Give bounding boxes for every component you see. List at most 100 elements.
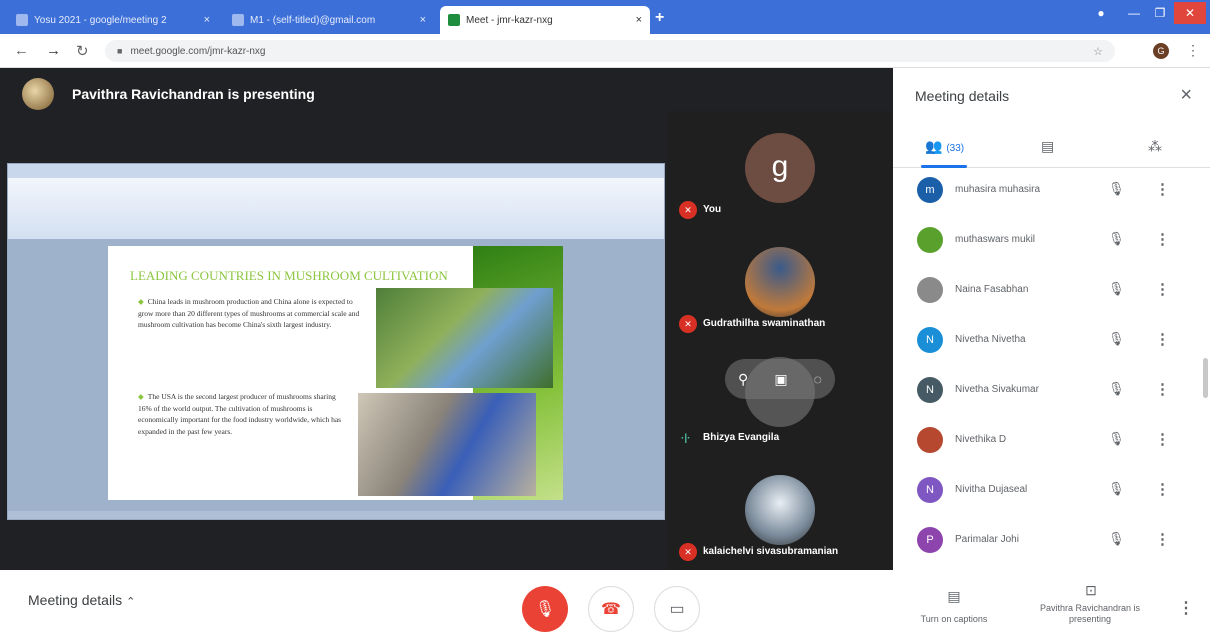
- more-options-icon[interactable]: ⋮: [1155, 530, 1170, 548]
- presenting-label[interactable]: Pavithra Ravichandran is presenting: [1028, 603, 1152, 625]
- slide-bullet-text: China leads in mushroom production and C…: [138, 297, 360, 329]
- reload-icon[interactable]: ↻: [76, 42, 89, 60]
- people-count: (33): [946, 143, 965, 154]
- more-options-icon[interactable]: ⋮: [1178, 598, 1194, 618]
- avatar: m: [917, 177, 943, 203]
- mic-off-icon[interactable]: 🎙: [1108, 531, 1125, 547]
- speaking-indicator-icon: ·|·: [681, 433, 691, 444]
- ppt-canvas: LEADING COUNTRIES IN MUSHROOM CULTIVATIO…: [8, 240, 664, 512]
- avatar: [917, 277, 943, 303]
- shared-screen: LEADING COUNTRIES IN MUSHROOM CULTIVATIO…: [7, 163, 665, 520]
- bullet-icon: ◆: [138, 392, 144, 401]
- participant-name: muhasira muhasira: [955, 184, 1041, 195]
- more-options-icon[interactable]: ⋮: [1155, 180, 1170, 198]
- list-item[interactable]: Naina Fasabhan 🎙 ⋮: [893, 268, 1210, 318]
- list-item[interactable]: P Parimalar Johi 🎙 ⋮: [893, 518, 1210, 568]
- slide-bullet: ◆ The USA is the second largest producer …: [138, 391, 350, 437]
- list-item[interactable]: N Nivetha Sivakumar 🎙 ⋮: [893, 368, 1210, 418]
- browser-tab-bar: Yosu 2021 - google/meeting 2 × M1 - (sel…: [0, 0, 1210, 34]
- mic-off-icon[interactable]: 🎙: [1108, 431, 1125, 447]
- tab-search-icon[interactable]: ●: [1094, 4, 1108, 22]
- close-window-button[interactable]: ✕: [1174, 2, 1206, 24]
- more-options-icon[interactable]: ⋮: [1155, 230, 1170, 248]
- leave-call-button[interactable]: ☎: [588, 586, 634, 632]
- profile-avatar[interactable]: G: [1153, 43, 1169, 59]
- meeting-details-button[interactable]: Meeting details ⌃: [28, 592, 135, 608]
- activities-icon: ⁂: [1148, 138, 1162, 154]
- lock-icon: ■: [117, 46, 123, 56]
- present-icon[interactable]: ⊡: [1081, 582, 1101, 599]
- avatar: [917, 227, 943, 253]
- url-omnibox[interactable]: ■ meet.google.com/jmr-kazr-nxg ☆: [105, 40, 1115, 62]
- tab-favicon-icon: [16, 14, 28, 26]
- camera-toggle-button[interactable]: ▭: [654, 586, 700, 632]
- more-options-icon[interactable]: ⋮: [1155, 380, 1170, 398]
- new-tab-button[interactable]: +: [655, 9, 664, 27]
- tile-name: kalaichelvi sivasubramanian: [703, 546, 839, 557]
- presenter-text: Pavithra Ravichandran is presenting: [72, 86, 315, 102]
- maximize-button[interactable]: ❐: [1148, 4, 1172, 22]
- more-options-icon[interactable]: ⋮: [1155, 430, 1170, 448]
- captions-icon[interactable]: ▤: [944, 588, 964, 605]
- forward-arrow-icon[interactable]: →: [46, 42, 61, 59]
- muted-mic-icon: ✕: [679, 543, 697, 561]
- mic-off-icon[interactable]: 🎙: [1108, 181, 1125, 197]
- tab-people[interactable]: 👥 (33): [925, 138, 964, 155]
- chat-icon: ▤: [1041, 138, 1055, 154]
- minimize-button[interactable]: —: [1122, 4, 1146, 22]
- people-icon: 👥: [925, 138, 943, 154]
- mic-toggle-button[interactable]: 🎙: [522, 586, 568, 632]
- mic-off-icon[interactable]: 🎙: [1108, 331, 1125, 347]
- participant-tile[interactable]: ✕ Gudrathilha swaminathan: [667, 225, 893, 339]
- mic-off-icon[interactable]: 🎙: [1108, 381, 1125, 397]
- avatar: [917, 427, 943, 453]
- list-item[interactable]: muthaswars mukil 🎙 ⋮: [893, 218, 1210, 268]
- participant-tile[interactable]: g ✕ You: [667, 111, 893, 225]
- list-item[interactable]: N Nivetha Nivetha 🎙 ⋮: [893, 318, 1210, 368]
- bookmark-star-icon[interactable]: ☆: [1093, 45, 1103, 58]
- tab-close-icon[interactable]: ×: [204, 14, 210, 26]
- list-item[interactable]: m muhasira muhasira 🎙 ⋮: [893, 168, 1210, 218]
- more-options-icon[interactable]: ⋮: [1155, 480, 1170, 498]
- browser-tab[interactable]: Yosu 2021 - google/meeting 2 ×: [8, 6, 218, 34]
- meet-favicon-icon: [448, 14, 460, 26]
- tab-chat[interactable]: ▤: [1041, 138, 1054, 155]
- avatar: N: [917, 477, 943, 503]
- mic-off-icon[interactable]: 🎙: [1108, 481, 1125, 497]
- participant-tiles: g ✕ You ✕ Gudrathilha swaminathan ·|· Bh…: [667, 111, 893, 570]
- mic-off-icon[interactable]: 🎙: [1108, 231, 1125, 247]
- presenter-banner: Pavithra Ravichandran is presenting: [22, 78, 315, 110]
- pin-icon[interactable]: ⚲: [738, 371, 748, 388]
- more-options-icon[interactable]: ⋮: [1155, 330, 1170, 348]
- back-arrow-icon[interactable]: ←: [14, 42, 29, 59]
- tab-close-icon[interactable]: ×: [636, 14, 642, 26]
- tab-activities[interactable]: ⁂: [1148, 138, 1162, 155]
- captions-label[interactable]: Turn on captions: [902, 614, 1006, 625]
- participant-tile[interactable]: ✕ kalaichelvi sivasubramanian: [667, 453, 893, 567]
- browser-menu-icon[interactable]: ⋮: [1186, 42, 1200, 59]
- browser-tab[interactable]: M1 - (self-titled)@gmail.com ×: [224, 6, 434, 34]
- avatar: [745, 247, 815, 317]
- hang-up-icon: ☎: [601, 601, 621, 618]
- address-bar: ← → ↻ ■ meet.google.com/jmr-kazr-nxg ☆ G…: [0, 34, 1210, 68]
- browser-tab-active[interactable]: Meet - jmr-kazr-nxg ×: [440, 6, 650, 34]
- meeting-details-label: Meeting details: [28, 592, 123, 608]
- presentation-stage: Pavithra Ravichandran is presenting LEAD…: [0, 68, 893, 570]
- tab-close-icon[interactable]: ×: [420, 14, 426, 26]
- ppt-title-bar: [8, 164, 664, 178]
- fullscreen-icon[interactable]: ▣: [774, 371, 787, 388]
- mic-off-icon[interactable]: 🎙: [1108, 281, 1125, 297]
- close-icon[interactable]: ×: [1180, 84, 1192, 107]
- participant-name: Nivitha Dujaseal: [955, 484, 1028, 495]
- participant-name: Parimalar Johi: [955, 534, 1019, 545]
- mushroom-cultivation-photo: [358, 393, 536, 496]
- panel-scrollbar[interactable]: [1203, 358, 1208, 398]
- panel-title: Meeting details: [915, 88, 1010, 104]
- avatar: N: [917, 327, 943, 353]
- more-options-icon[interactable]: ⋮: [1155, 280, 1170, 298]
- list-item[interactable]: Nivethika D 🎙 ⋮: [893, 418, 1210, 468]
- tab-title: Meet - jmr-kazr-nxg: [466, 14, 553, 26]
- mute-participant-icon[interactable]: ◌: [814, 371, 822, 387]
- bullet-icon: ◆: [138, 297, 144, 306]
- list-item[interactable]: N Nivitha Dujaseal 🎙 ⋮: [893, 468, 1210, 518]
